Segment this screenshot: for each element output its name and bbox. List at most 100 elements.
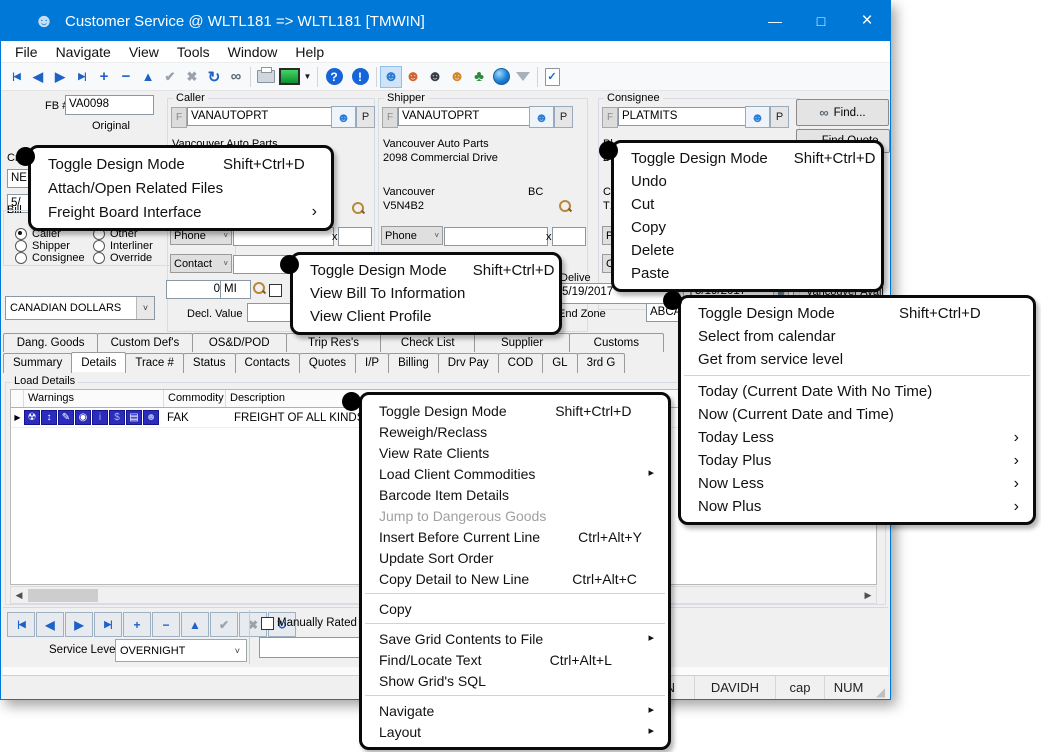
menu-item[interactable]: Toggle Design Mode Shift+Ctrl+D xyxy=(293,259,559,282)
menu-item[interactable]: Insert Before Current Line Ctrl+Alt+Y xyxy=(362,526,668,547)
title-bar[interactable]: ☻ Customer Service @ WLTL181 => WLTL181 … xyxy=(1,1,890,41)
menu-item[interactable]: Now Less › xyxy=(681,472,1033,495)
menu-item[interactable]: Reweigh/Reclass xyxy=(362,421,668,442)
tab[interactable]: Quotes xyxy=(299,353,356,373)
menubar-item[interactable]: Help xyxy=(286,44,333,60)
menu-item[interactable]: Freight Board Interface › xyxy=(31,200,331,224)
menu-item[interactable]: Update Sort Order xyxy=(362,547,668,568)
find-button[interactable]: ∞ Find... xyxy=(796,99,889,126)
caller-client-icon-button[interactable]: ☻ xyxy=(331,106,356,128)
shipper-magnifier-icon[interactable] xyxy=(559,200,572,213)
delete-record-icon[interactable]: − xyxy=(115,66,137,88)
menu-item[interactable]: Paste xyxy=(614,262,881,285)
consignee-f-button[interactable]: F xyxy=(602,107,618,128)
menu-item[interactable]: View Bill To Information xyxy=(293,282,559,305)
menu-item[interactable]: Cut xyxy=(614,193,881,216)
caller-f-button[interactable]: F xyxy=(171,107,187,128)
rate-input[interactable] xyxy=(259,637,370,658)
menu-item[interactable]: Copy xyxy=(614,216,881,239)
tab[interactable]: Customs xyxy=(569,333,664,352)
menu-item[interactable]: Now Plus › xyxy=(681,495,1033,518)
shipper-client-icon-button[interactable]: ☻ xyxy=(529,106,554,128)
menubar-item[interactable]: Navigate xyxy=(47,44,120,60)
minimize-button[interactable]: — xyxy=(752,1,798,41)
menu-item[interactable]: Select from calendar xyxy=(681,325,1033,348)
grid-header-warnings[interactable]: Warnings xyxy=(24,390,164,407)
menubar-item[interactable]: Tools xyxy=(168,44,219,60)
menu-item[interactable]: Now (Current Date and Time) xyxy=(681,403,1033,426)
prior-record-icon[interactable]: ◀ xyxy=(27,66,49,88)
commodity-cell[interactable]: FAK xyxy=(163,412,229,424)
next-row-icon[interactable]: ▶ xyxy=(65,612,93,637)
menu-item[interactable]: Attach/Open Related Files xyxy=(31,176,331,200)
menu-item[interactable]: Toggle Design Mode Shift+Ctrl+D xyxy=(681,302,1033,325)
menu-item[interactable]: Delete xyxy=(614,239,881,262)
menu-item[interactable]: Load Client Commodities ▸ xyxy=(362,463,668,484)
edit-record-icon[interactable]: ▲ xyxy=(137,66,159,88)
customer-computer-icon[interactable]: ☻ xyxy=(402,66,424,88)
distance-unit-input[interactable]: MI xyxy=(220,280,251,299)
currency-select[interactable]: CANADIAN DOLLARS ˅ xyxy=(5,296,155,320)
tab[interactable]: Billing xyxy=(388,353,439,373)
tab[interactable]: Dang. Goods xyxy=(3,333,98,352)
tab[interactable]: GL xyxy=(542,353,577,373)
tab[interactable]: OS&D/POD xyxy=(192,333,287,352)
tab[interactable]: Check List xyxy=(380,333,475,352)
context-menu-form[interactable]: Toggle Design Mode Shift+Ctrl+D Attach/O… xyxy=(28,145,334,231)
edit-row-icon[interactable]: ▲ xyxy=(181,612,209,637)
monitor-icon[interactable] xyxy=(279,68,300,85)
first-row-icon[interactable]: |◀ xyxy=(7,612,35,637)
bill-to-radio[interactable]: Override xyxy=(93,252,153,264)
tree-icon[interactable]: ♣ xyxy=(468,66,490,88)
menu-item[interactable]: Today (Current Date With No Time) xyxy=(681,380,1033,403)
distance-magnifier-icon[interactable] xyxy=(253,282,266,295)
shipper-code-input[interactable]: VANAUTOPRT xyxy=(398,107,531,126)
menu-item[interactable]: Find/Locate Text Ctrl+Alt+L xyxy=(362,649,668,670)
scroll-left-icon[interactable]: ◀ xyxy=(11,587,27,603)
monitor-dropdown-icon[interactable]: ▼ xyxy=(301,66,314,88)
resize-grip-icon[interactable]: ◢ xyxy=(872,676,889,699)
scroll-right-icon[interactable]: ▶ xyxy=(860,587,876,603)
caller-ext-input[interactable] xyxy=(338,227,372,246)
bill-to-radio[interactable]: Consignee xyxy=(15,252,85,264)
maximize-button[interactable]: □ xyxy=(798,1,844,41)
grid-header-commodity[interactable]: Commodity xyxy=(164,390,226,407)
shipper-phone-input[interactable] xyxy=(444,227,548,246)
menu-item[interactable]: Layout ▸ xyxy=(362,721,668,742)
tab[interactable]: Contacts xyxy=(235,353,300,373)
print-icon[interactable] xyxy=(257,70,275,83)
caller-contact-dropdown[interactable]: Contact˅ xyxy=(170,254,232,273)
menu-item[interactable]: View Client Profile xyxy=(293,305,559,328)
tab[interactable]: Drv Pay xyxy=(438,353,499,373)
context-menu-contact[interactable]: Toggle Design Mode Shift+Ctrl+D View Bil… xyxy=(290,252,562,335)
post-record-icon[interactable]: ✔ xyxy=(159,66,181,88)
last-row-icon[interactable]: ▶| xyxy=(94,612,122,637)
next-record-icon[interactable]: ▶ xyxy=(49,66,71,88)
menu-item[interactable]: Copy Detail to New Line Ctrl+Alt+C xyxy=(362,568,668,589)
distance-checkbox[interactable] xyxy=(269,284,282,297)
cancel-record-icon[interactable]: ✖ xyxy=(181,66,203,88)
menu-item[interactable]: Today Less › xyxy=(681,426,1033,449)
delete-row-icon[interactable]: − xyxy=(152,612,180,637)
menu-item[interactable]: Copy xyxy=(362,598,668,619)
caller-magnifier-icon[interactable] xyxy=(352,202,365,215)
first-record-icon[interactable]: |◀ xyxy=(5,66,27,88)
context-menu-date[interactable]: Toggle Design Mode Shift+Ctrl+D Select f… xyxy=(678,295,1036,525)
help-icon[interactable]: ? xyxy=(323,66,345,88)
menu-item[interactable]: View Rate Clients xyxy=(362,442,668,463)
tab[interactable]: Supplier xyxy=(474,333,569,352)
menu-item[interactable]: Show Grid's SQL xyxy=(362,670,668,691)
menu-item[interactable]: Save Grid Contents to File ▸ xyxy=(362,628,668,649)
scrollbar-thumb[interactable] xyxy=(28,589,98,602)
context-menu-edit[interactable]: Toggle Design Mode Shift+Ctrl+D Undo Cut… xyxy=(611,140,884,292)
menu-item[interactable]: Barcode Item Details xyxy=(362,484,668,505)
tab[interactable]: COD xyxy=(498,353,544,373)
tab[interactable]: I/P xyxy=(355,353,389,373)
refresh-icon[interactable]: ↻ xyxy=(203,66,225,88)
globe-icon[interactable] xyxy=(490,66,512,88)
context-menu-grid[interactable]: Toggle Design Mode Shift+Ctrl+D Reweigh/… xyxy=(359,392,671,750)
last-record-icon[interactable]: ▶| xyxy=(71,66,93,88)
distance-input[interactable]: 0 xyxy=(166,280,224,299)
personnel-icon[interactable]: ☻ xyxy=(446,66,468,88)
alert-icon[interactable]: ! xyxy=(349,66,371,88)
